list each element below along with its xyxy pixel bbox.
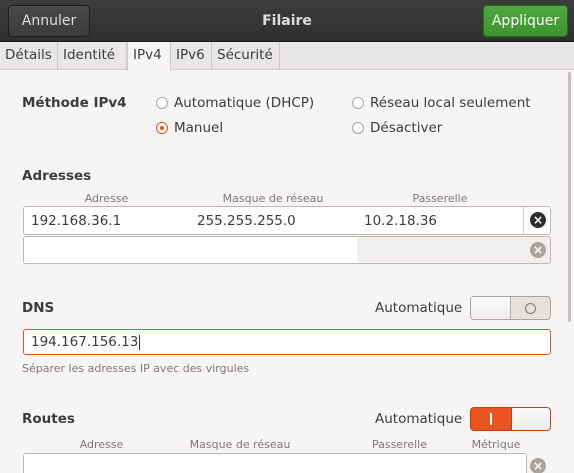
radio-label: Réseau local seulement — [370, 95, 531, 111]
radio-label: Automatique (DHCP) — [174, 95, 315, 111]
column-address: Adresse — [84, 192, 129, 205]
radio-indicator-checked — [156, 122, 168, 134]
dns-auto-label: Automatique — [375, 300, 463, 316]
routes-auto-switch[interactable] — [470, 407, 551, 431]
route-metric-field[interactable] — [465, 454, 526, 473]
route-column-netmask: Masque de réseau — [189, 438, 291, 451]
routes-auto-label: Automatique — [375, 411, 463, 427]
switch-knob — [510, 408, 550, 430]
text-cursor — [139, 334, 141, 350]
tab-identity[interactable]: Identité — [58, 42, 127, 70]
switch-knob — [471, 297, 511, 319]
dns-auto-switch[interactable] — [470, 296, 551, 320]
header-bar: Annuler Filaire Appliquer — [0, 0, 574, 42]
radio-manual[interactable]: Manuel — [156, 120, 223, 136]
route-column-metric: Métrique — [471, 438, 521, 451]
tab-bar: Détails Identité IPv4 IPv6 Sécurité — [0, 42, 574, 71]
radio-local-only[interactable]: Réseau local seulement — [352, 95, 531, 111]
radio-disabled[interactable]: Désactiver — [352, 120, 442, 136]
route-netmask-field[interactable] — [171, 454, 319, 473]
method-label: Méthode IPv4 — [22, 95, 127, 111]
address-row: 192.168.36.1 255.255.255.0 10.2.18.36 — [23, 206, 551, 235]
bar-icon — [471, 408, 511, 430]
cancel-button[interactable]: Annuler — [8, 5, 90, 37]
radio-indicator — [352, 97, 364, 109]
delete-address-button[interactable]: × — [530, 212, 546, 228]
dns-input[interactable]: 194.167.156.13 — [23, 329, 551, 355]
column-netmask: Masque de réseau — [222, 192, 324, 205]
netmask-field[interactable] — [190, 237, 358, 263]
dns-label: DNS — [22, 300, 55, 316]
scrollbar-thumb[interactable] — [568, 72, 571, 322]
radio-indicator — [156, 97, 168, 109]
delete-route-button[interactable]: × — [530, 458, 546, 473]
route-address-field[interactable] — [24, 454, 172, 473]
dns-hint: Séparer les adresses IP avec des virgule… — [22, 362, 250, 375]
tab-ipv6[interactable]: IPv6 — [171, 42, 212, 70]
routes-label: Routes — [22, 411, 75, 427]
radio-indicator — [352, 122, 364, 134]
gateway-field[interactable]: 10.2.18.36 — [357, 207, 524, 234]
route-column-address: Adresse — [79, 438, 124, 451]
radio-label: Manuel — [174, 120, 224, 136]
address-field[interactable]: 192.168.36.1 — [24, 207, 191, 234]
addresses-label: Adresses — [22, 168, 92, 184]
delete-address-button-disabled[interactable]: × — [530, 242, 546, 258]
tab-details[interactable]: Détails — [0, 42, 58, 70]
route-gateway-field[interactable] — [318, 454, 466, 473]
route-row — [23, 453, 527, 473]
apply-button[interactable]: Appliquer — [483, 5, 568, 37]
address-row-empty — [23, 236, 551, 264]
radio-dhcp[interactable]: Automatique (DHCP) — [156, 95, 314, 111]
close-circle-icon: × — [532, 243, 544, 257]
gateway-field[interactable] — [357, 237, 550, 263]
ring-icon — [511, 297, 551, 319]
tab-ipv4[interactable]: IPv4 — [127, 42, 171, 71]
route-column-gateway: Passerelle — [371, 438, 428, 451]
dns-value: 194.167.156.13 — [31, 334, 139, 350]
netmask-field[interactable]: 255.255.255.0 — [190, 207, 358, 234]
address-field[interactable] — [24, 237, 191, 263]
radio-label: Désactiver — [370, 120, 443, 136]
column-gateway: Passerelle — [412, 192, 468, 205]
close-circle-icon: × — [532, 213, 544, 227]
close-circle-icon: × — [532, 459, 544, 473]
tab-security[interactable]: Sécurité — [212, 42, 280, 70]
